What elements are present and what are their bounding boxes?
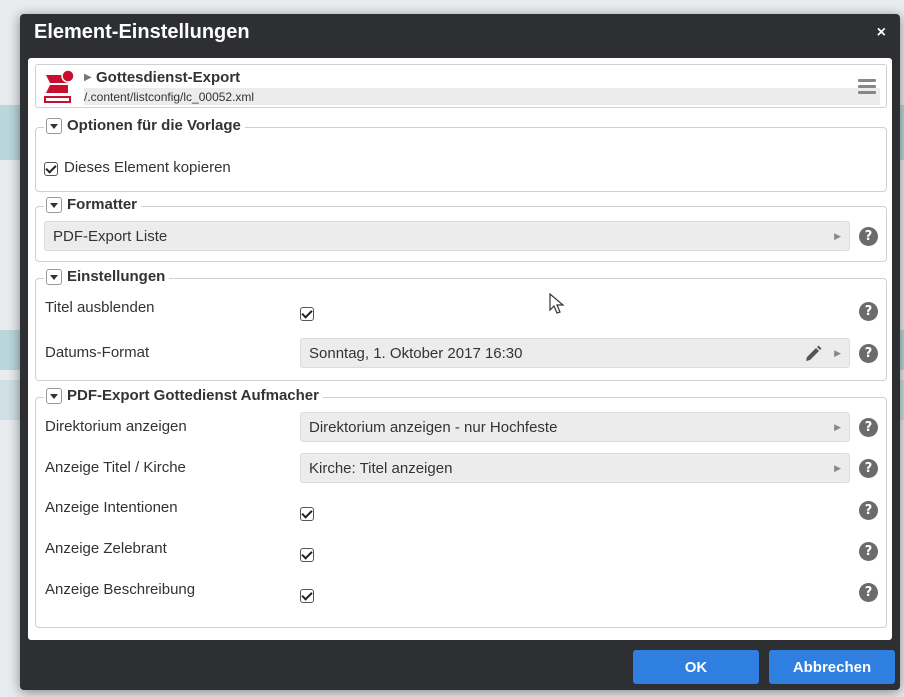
- chevron-right-icon: ▶: [834, 422, 841, 432]
- collapse-toggle-icon[interactable]: [46, 387, 62, 404]
- legend-label: PDF-Export Gottedienst Aufmacher: [67, 387, 319, 404]
- cancel-button[interactable]: Abbrechen: [769, 650, 895, 684]
- formatter-select[interactable]: PDF-Export Liste ▶: [44, 221, 850, 251]
- formatter-value: PDF-Export Liste: [53, 228, 168, 245]
- date-format-select[interactable]: Sonntag, 1. Oktober 2017 16:30 ▶: [300, 338, 850, 368]
- help-icon[interactable]: ?: [859, 344, 878, 363]
- fieldset-formatter: Formatter PDF-Export Liste ▶ ?: [35, 196, 887, 262]
- fieldset-pdf-export: PDF-Export Gottedienst Aufmacher Direkto…: [35, 387, 887, 628]
- setting-row-intentions: Anzeige Intentionen ?: [36, 493, 886, 525]
- fieldset-settings: Einstellungen Titel ausblenden ? Datums-…: [35, 268, 887, 381]
- date-format-label: Datums-Format: [45, 344, 150, 361]
- help-icon[interactable]: ?: [859, 583, 878, 602]
- fieldset-legend: Optionen für die Vorlage: [44, 117, 245, 134]
- description-checkbox[interactable]: [300, 589, 314, 603]
- hamburger-menu-icon[interactable]: [858, 79, 876, 95]
- collapse-toggle-icon[interactable]: [46, 196, 62, 213]
- collapse-toggle-icon[interactable]: [46, 117, 62, 134]
- title-church-select[interactable]: Kirche: Titel anzeigen ▶: [300, 453, 850, 483]
- help-icon[interactable]: ?: [859, 302, 878, 321]
- date-format-value: Sonntag, 1. Oktober 2017 16:30: [309, 345, 523, 362]
- close-icon[interactable]: ×: [877, 24, 886, 42]
- mouse-cursor-icon: [549, 293, 565, 314]
- setting-row-celebrant: Anzeige Zelebrant ?: [36, 534, 886, 566]
- directory-label: Direktorium anzeigen: [45, 418, 187, 435]
- legend-label: Formatter: [67, 196, 138, 213]
- ok-button[interactable]: OK: [633, 650, 759, 684]
- copy-element-label: Dieses Element kopieren: [64, 159, 231, 176]
- description-label: Anzeige Beschreibung: [45, 581, 196, 598]
- fieldset-legend: PDF-Export Gottedienst Aufmacher: [44, 387, 323, 404]
- setting-row-hide-title: Titel ausblenden ?: [36, 293, 886, 325]
- setting-row-directory: Direktorium anzeigen Direktorium anzeige…: [36, 412, 886, 444]
- help-icon[interactable]: ?: [859, 459, 878, 478]
- resource-title: Gottesdienst-Export: [96, 69, 241, 86]
- hide-title-label: Titel ausblenden: [45, 299, 155, 316]
- setting-row-date-format: Datums-Format Sonntag, 1. Oktober 2017 1…: [36, 338, 886, 370]
- copy-element-checkbox[interactable]: [44, 162, 58, 176]
- help-icon[interactable]: ?: [859, 227, 878, 246]
- export-document-icon: [44, 69, 75, 103]
- chevron-right-icon: ▶: [834, 348, 841, 358]
- title-church-label: Anzeige Titel / Kirche: [45, 459, 186, 476]
- dialog-footer: OK Abbrechen: [20, 644, 900, 690]
- chevron-right-icon: ▶: [834, 463, 841, 473]
- dialog-title: Element-Einstellungen: [34, 21, 250, 43]
- pencil-edit-icon[interactable]: [803, 344, 823, 364]
- hide-title-checkbox[interactable]: [300, 307, 314, 321]
- intentions-checkbox[interactable]: [300, 507, 314, 521]
- expand-arrow-icon[interactable]: ▶: [84, 72, 92, 83]
- intentions-label: Anzeige Intentionen: [45, 499, 178, 516]
- element-settings-dialog: Element-Einstellungen × ▶ Gottesdienst-E…: [20, 14, 900, 690]
- resource-path: /.content/listconfig/lc_00052.xml: [84, 90, 255, 104]
- title-church-value: Kirche: Titel anzeigen: [309, 460, 453, 477]
- collapse-toggle-icon[interactable]: [46, 268, 62, 285]
- legend-label: Optionen für die Vorlage: [67, 117, 241, 134]
- fieldset-template-options: Optionen für die Vorlage Dieses Element …: [35, 117, 887, 192]
- setting-row-title-church: Anzeige Titel / Kirche Kirche: Titel anz…: [36, 453, 886, 485]
- dialog-body: ▶ Gottesdienst-Export /.content/listconf…: [28, 58, 892, 640]
- directory-value: Direktorium anzeigen - nur Hochfeste: [309, 419, 558, 436]
- help-icon[interactable]: ?: [859, 501, 878, 520]
- celebrant-label: Anzeige Zelebrant: [45, 540, 167, 557]
- chevron-right-icon: ▶: [834, 231, 841, 241]
- legend-label: Einstellungen: [67, 268, 166, 285]
- fieldset-legend: Einstellungen: [44, 268, 170, 285]
- celebrant-checkbox[interactable]: [300, 548, 314, 562]
- setting-row-description: Anzeige Beschreibung ?: [36, 575, 886, 607]
- directory-select[interactable]: Direktorium anzeigen - nur Hochfeste ▶: [300, 412, 850, 442]
- help-icon[interactable]: ?: [859, 418, 878, 437]
- resource-header: ▶ Gottesdienst-Export /.content/listconf…: [35, 64, 887, 108]
- fieldset-legend: Formatter: [44, 196, 142, 213]
- help-icon[interactable]: ?: [859, 542, 878, 561]
